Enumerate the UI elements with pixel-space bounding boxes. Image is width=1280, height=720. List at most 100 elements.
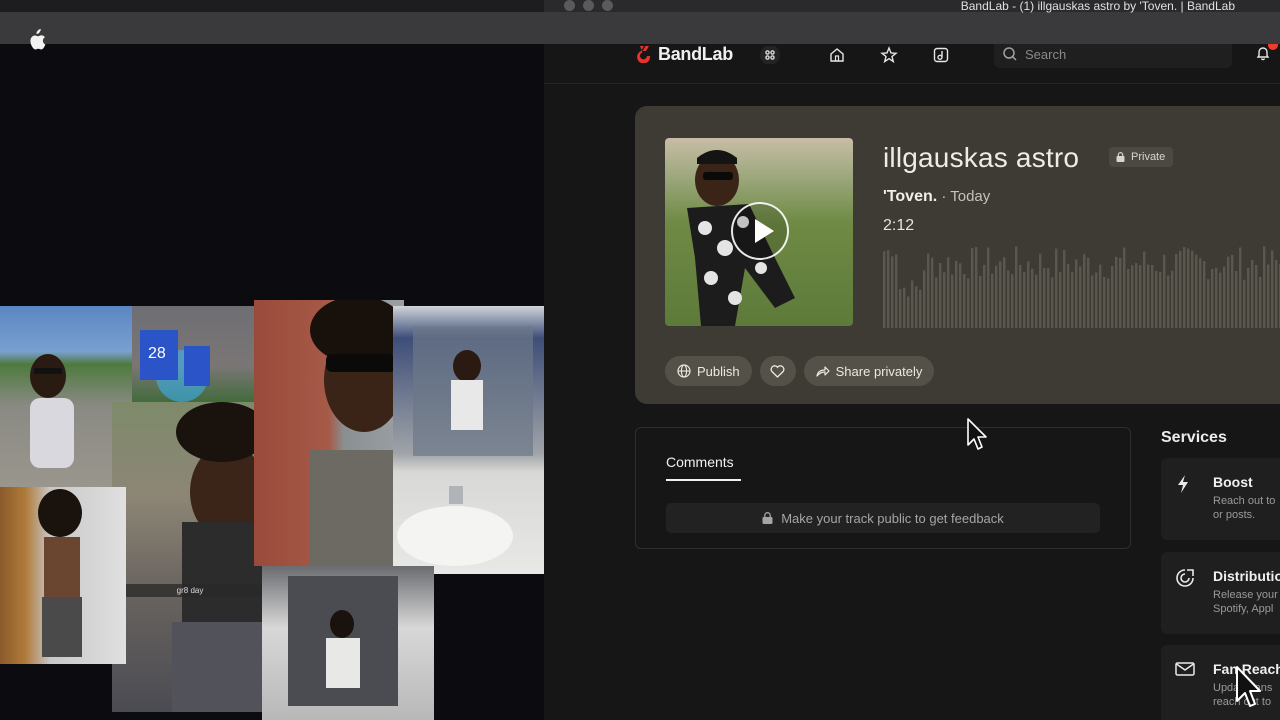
waveform-bar (1059, 271, 1062, 328)
waveform-bar (1095, 272, 1098, 328)
artist-name[interactable]: 'Toven. (883, 188, 937, 205)
privacy-label: Private (1131, 151, 1166, 163)
waveform-bar (1047, 268, 1050, 328)
waveform-bar (1155, 271, 1158, 328)
waveform-bar (1235, 270, 1238, 328)
logo-text: BandLab (658, 44, 733, 64)
waveform-bar (927, 253, 930, 328)
track-title: illgauskas astro (883, 142, 1080, 173)
waveform-bar (1099, 264, 1102, 328)
waveform-bar (1179, 250, 1182, 328)
waveform-bar (895, 254, 898, 328)
waveform-bar (1175, 253, 1178, 328)
close-window-button[interactable] (564, 0, 575, 11)
waveform-bar (1111, 265, 1114, 328)
waveform-bar (1027, 261, 1030, 328)
waveform[interactable] (883, 242, 1280, 328)
waveform-bar (979, 275, 982, 328)
home-icon[interactable] (827, 46, 847, 64)
waveform-bar (887, 250, 890, 328)
waveform-bar (939, 263, 942, 328)
waveform-bar (1103, 276, 1106, 328)
waveform-bar (987, 247, 990, 328)
desktop: BandLab - (1) illgauskas astro by 'Toven… (0, 0, 1280, 720)
track-cover-art[interactable] (665, 138, 853, 326)
play-button[interactable] (731, 202, 789, 260)
waveform-bar (915, 286, 918, 328)
waveform-bar (1135, 263, 1138, 328)
waveform-bar (1223, 266, 1226, 328)
like-button[interactable] (759, 356, 796, 386)
mouse-cursor-icon (967, 418, 987, 450)
waveform-bar (1219, 272, 1222, 328)
waveform-bar (891, 256, 894, 328)
waveform-bar (1123, 247, 1126, 328)
waveform-bar (1083, 254, 1086, 328)
waveform-bar (943, 272, 946, 328)
waveform-bar (983, 264, 986, 328)
tab-comments[interactable]: Comments (666, 454, 734, 470)
waveform-bar (1243, 279, 1246, 328)
heart-icon (770, 364, 785, 378)
service-boost[interactable]: Boost Reach out to or posts. (1161, 458, 1280, 540)
library-icon[interactable] (931, 46, 951, 64)
waveform-bar (971, 248, 974, 328)
waveform-bar (967, 278, 970, 328)
waveform-bar (1043, 268, 1046, 328)
waveform-bar (995, 265, 998, 328)
collage-photo-3: gr8 day (112, 402, 268, 712)
tab-underline (666, 479, 741, 481)
waveform-bar (1159, 271, 1162, 328)
window-title: BandLab - (1) illgauskas astro by 'Toven… (960, 0, 1235, 13)
track-actions: Publish Share privately (665, 356, 935, 386)
collage-caption: gr8 day (112, 584, 268, 597)
waveform-bar (1139, 265, 1142, 328)
waveform-bar (1035, 274, 1038, 328)
bandlab-logo[interactable]: BandLab (634, 44, 733, 64)
waveform-bar (1055, 248, 1058, 328)
waveform-bar (907, 296, 910, 328)
waveform-bar (999, 261, 1002, 328)
zoom-window-button[interactable] (602, 0, 613, 11)
service-distribution[interactable]: Distribution Release yourSpotify, Appl (1161, 552, 1280, 634)
waveform-bar (919, 289, 922, 328)
star-icon[interactable] (879, 46, 899, 64)
bolt-icon (1178, 475, 1188, 493)
collage-photo-7 (262, 566, 434, 720)
waveform-bar (1267, 264, 1270, 328)
distribution-icon (1176, 569, 1194, 587)
mouse-cursor-icon (1236, 666, 1261, 707)
apps-grid-icon[interactable] (760, 46, 780, 64)
waveform-bar (1211, 268, 1214, 328)
waveform-bar (1275, 260, 1278, 328)
waveform-bar (1063, 249, 1066, 328)
share-label: Share privately (835, 363, 923, 379)
apple-logo-icon[interactable] (26, 29, 46, 51)
waveform-bar (883, 251, 886, 328)
service-desc: Reach out to or posts. (1213, 495, 1276, 521)
bandlab-logo-icon (637, 46, 651, 63)
waveform-bar (959, 263, 962, 328)
notification-badge (1268, 44, 1278, 50)
waveform-bar (1259, 276, 1262, 328)
service-desc: Release your Spotify, Appl (1213, 589, 1278, 615)
waveform-bar (975, 247, 978, 328)
waveform-bar (1011, 274, 1014, 328)
publish-label: Publish (697, 363, 740, 379)
waveform-bar (1203, 261, 1206, 328)
mail-icon (1175, 662, 1195, 676)
lock-icon (762, 512, 773, 524)
lock-icon (1116, 152, 1125, 162)
share-privately-button[interactable]: Share privately (803, 356, 935, 386)
waveform-bar (1087, 257, 1090, 328)
service-name: Distribution (1213, 568, 1280, 584)
waveform-bar (1127, 268, 1130, 328)
search-input[interactable] (994, 44, 1232, 68)
waveform-bar (1023, 272, 1026, 328)
waveform-bar (923, 270, 926, 328)
waveform-bar (955, 260, 958, 328)
publish-button[interactable]: Publish (665, 356, 752, 386)
minimize-window-button[interactable] (583, 0, 594, 11)
waveform-bar (1019, 264, 1022, 328)
waveform-bar (963, 274, 966, 328)
